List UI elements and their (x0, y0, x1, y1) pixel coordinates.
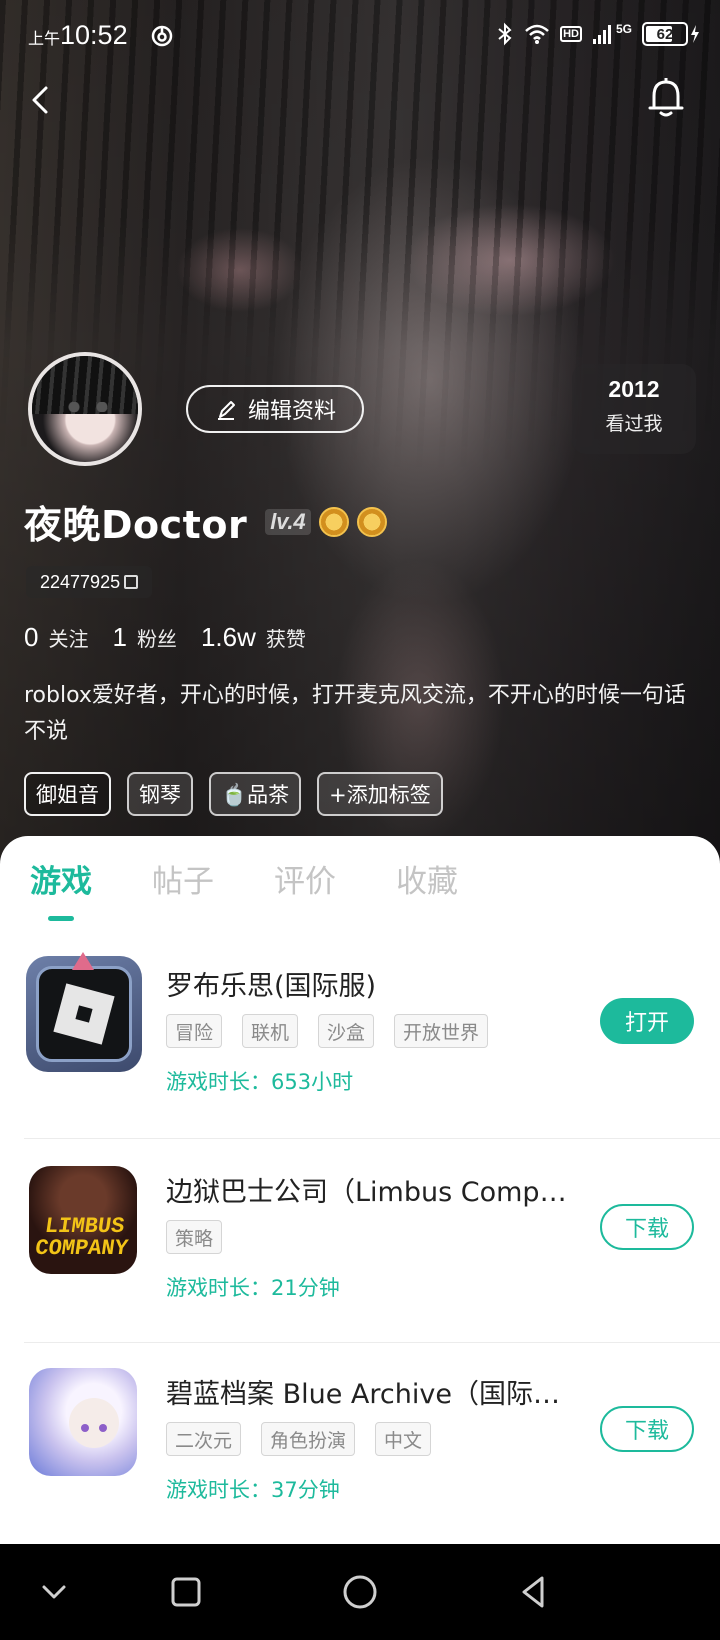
game-tags: 冒险 联机 沙盒 开放世界 (166, 1014, 489, 1048)
game-playtime: 游戏时长：653小时 (166, 1070, 354, 1094)
app-status-icon (151, 25, 173, 47)
avatar[interactable] (28, 352, 142, 466)
edit-profile-button[interactable]: 编辑资料 (186, 385, 364, 433)
game-item[interactable]: 罗布乐思(国际服) 冒险 联机 沙盒 开放世界 游戏时长：653小时 打开 (0, 952, 720, 1156)
game-tag: 联机 (242, 1014, 299, 1048)
open-game-button[interactable]: 打开 (600, 998, 694, 1044)
game-item[interactable]: 碧蓝档案 Blue Archive（国际服） 二次元 角色扮演 中文 游戏时长：… (0, 1368, 720, 1568)
limbus-game-icon[interactable]: LIMBUS COMPANY (29, 1166, 137, 1274)
status-time: 上午10:52 (28, 20, 128, 51)
username: 夜晚Doctor (24, 503, 248, 547)
stats-row: 0 关注 1 粉丝 1.6w 获赞 (24, 622, 330, 653)
game-tag: 策略 (166, 1220, 223, 1254)
recents-button[interactable] (166, 1572, 206, 1612)
status-period: 上午 (28, 31, 61, 48)
followers-label[interactable]: 粉丝 (137, 623, 177, 652)
visitors-count: 2012 (608, 376, 660, 402)
download-button[interactable]: 下载 (600, 1406, 694, 1452)
game-tag: 沙盒 (318, 1014, 375, 1048)
user-id-value: 22477925 (40, 571, 121, 592)
user-id[interactable]: 22477925 (26, 566, 153, 598)
game-tags: 二次元 角色扮演 中文 (166, 1422, 432, 1456)
battery-indicator: 62 (642, 22, 688, 46)
status-bar: 上午10:52 HD 5G 62 (0, 0, 720, 72)
game-tag: 二次元 (166, 1422, 242, 1456)
content-panel: 游戏 帖子 评价 收藏 罗布乐思(国际服) 冒险 联机 沙盒 开放世界 游戏时长… (0, 836, 720, 1544)
game-tag: 角色扮演 (261, 1422, 356, 1456)
achievement-badge-icon[interactable] (318, 506, 349, 537)
back-button[interactable] (22, 78, 58, 122)
status-clock: 10:52 (60, 20, 128, 50)
tab-posts[interactable]: 帖子 (152, 856, 214, 901)
tab-favorites[interactable]: 收藏 (396, 856, 458, 901)
edit-profile-label: 编辑资料 (247, 399, 336, 424)
bluetooth-icon (498, 22, 512, 46)
game-playtime: 游戏时长：37分钟 (166, 1478, 340, 1502)
pencil-icon (217, 401, 235, 420)
tab-indicator (48, 916, 74, 921)
game-playtime: 游戏时长：21分钟 (166, 1276, 340, 1300)
profile-tag[interactable]: 钢琴 (127, 772, 193, 816)
divider (24, 1342, 720, 1343)
tab-games[interactable]: 游戏 (30, 856, 92, 901)
profile-tabs: 游戏 帖子 评价 收藏 (0, 836, 720, 921)
charging-icon (691, 25, 699, 43)
roblox-game-icon[interactable] (26, 956, 142, 1072)
game-title[interactable]: 边狱巴士公司（Limbus Company） (166, 1170, 576, 1209)
signal-icon (592, 25, 611, 44)
profile-bio: roblox爱好者，开心的时候，打开麦克风交流，不开心的时候一句话不说 (24, 683, 686, 744)
game-title[interactable]: 罗布乐思(国际服) (166, 964, 576, 1003)
username-row: 夜晚Doctor lv.4 (24, 494, 387, 549)
likes-count: 1.6w (200, 622, 256, 652)
back-nav-button[interactable] (514, 1572, 554, 1612)
game-title[interactable]: 碧蓝档案 Blue Archive（国际服） (166, 1372, 576, 1411)
hd-badge: HD (560, 26, 582, 42)
divider (24, 1138, 720, 1139)
add-tag-button[interactable]: +添加标签 (317, 772, 443, 816)
game-tags: 策略 (166, 1220, 223, 1254)
game-item[interactable]: LIMBUS COMPANY 边狱巴士公司（Limbus Company） 策略… (0, 1166, 720, 1366)
achievement-badge-icon-2[interactable] (356, 506, 387, 537)
wifi-icon (525, 24, 549, 44)
game-tag: 中文 (375, 1422, 432, 1456)
following-count[interactable]: 0 (24, 622, 38, 653)
network-type: 5G (615, 22, 632, 36)
profile-tag[interactable]: 🍵品茶 (209, 772, 302, 816)
copy-icon (124, 575, 139, 589)
chevron-down-icon[interactable] (34, 1572, 74, 1612)
bluearchive-game-icon[interactable] (29, 1368, 137, 1476)
followers-count[interactable]: 1 (112, 622, 126, 653)
visitors-label: 看过我 (605, 413, 663, 435)
home-button[interactable] (340, 1572, 380, 1612)
profile-tags: 御姐音 钢琴 🍵品茶 +添加标签 (24, 772, 443, 816)
limbus-icon-text: LIMBUS COMPANY (33, 1214, 130, 1261)
visitors-card[interactable]: 2012 看过我 (572, 364, 696, 454)
system-navigation-bar (0, 1544, 720, 1640)
download-button[interactable]: 下载 (600, 1204, 694, 1250)
game-tag: 开放世界 (394, 1014, 489, 1048)
notification-bell-button[interactable] (646, 76, 686, 120)
game-tag: 冒险 (166, 1014, 223, 1048)
level-badge[interactable]: lv.4 (265, 508, 311, 535)
profile-tag[interactable]: 御姐音 (24, 772, 111, 816)
likes-label: 获赞 (265, 627, 306, 651)
battery-level: 62 (656, 25, 674, 43)
tab-reviews[interactable]: 评价 (274, 856, 336, 901)
following-label[interactable]: 关注 (48, 623, 88, 652)
